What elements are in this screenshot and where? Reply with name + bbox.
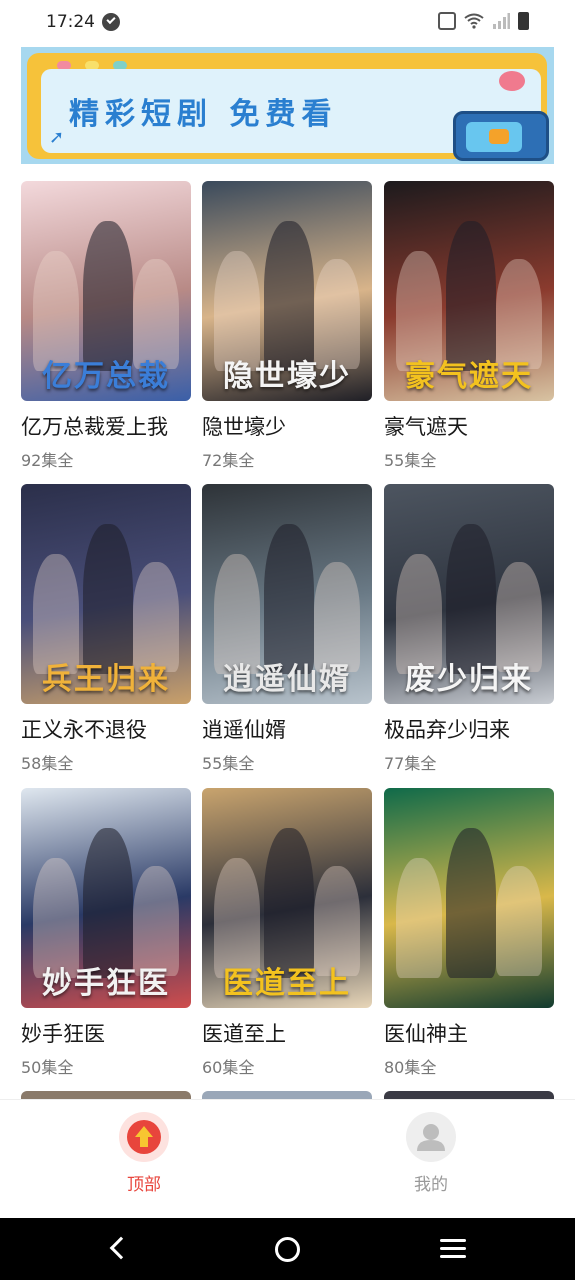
tab-label[interactable]: 顶部 (99, 1170, 189, 1195)
home-icon[interactable] (275, 1237, 300, 1262)
drama-title[interactable]: 隐世壕少 (202, 411, 372, 441)
user-icon[interactable] (406, 1112, 456, 1162)
poster-figure (83, 221, 133, 371)
drama-title[interactable]: 正义永不退役 (21, 714, 191, 744)
poster-title-art: 隐世壕少 (223, 359, 351, 394)
recents-icon[interactable] (440, 1239, 466, 1259)
vibrate-icon (438, 12, 456, 30)
balloon-icon (499, 71, 525, 91)
tv-screen (466, 122, 522, 152)
drama-card[interactable]: 医道至上 医道至上 60集全 (202, 788, 372, 1078)
check-circle-icon (102, 13, 120, 31)
drama-episodes: 80集全 (384, 1058, 437, 1077)
drama-episodes: 55集全 (384, 451, 437, 470)
system-nav-bar (0, 1218, 575, 1280)
drama-poster[interactable]: 亿万总裁 (21, 181, 191, 401)
tab-mine[interactable]: 我的 (386, 1112, 476, 1195)
poster-title-art: 废少归来 (405, 662, 533, 697)
poster-title-art: 豪气遮天 (405, 359, 533, 394)
drama-title[interactable]: 妙手狂医 (21, 1018, 191, 1048)
tab-label[interactable]: 我的 (386, 1170, 476, 1195)
poster-title-art: 妙手狂医 (42, 966, 170, 1001)
drama-poster[interactable] (384, 788, 554, 1008)
poster-figure (83, 828, 133, 978)
poster-figure (496, 866, 542, 976)
drama-card[interactable]: 妙手狂医 妙手狂医 50集全 (21, 788, 191, 1078)
drama-title[interactable]: 亿万总裁爱上我 (21, 411, 191, 441)
drama-episodes: 60集全 (202, 1058, 255, 1077)
poster-figure (446, 828, 496, 978)
drama-poster[interactable]: 医道至上 (202, 788, 372, 1008)
drama-poster[interactable]: 废少归来 (384, 484, 554, 704)
poster-title-art: 兵王归来 (42, 662, 170, 697)
battery-icon (518, 12, 529, 30)
cursor-arrow-icon: ➚ (49, 127, 65, 148)
drama-card[interactable]: 隐世壕少 隐世壕少 72集全 (202, 181, 372, 471)
bottom-tab-bar: 顶部 我的 (0, 1099, 575, 1218)
drama-title[interactable]: 极品弃少归来 (384, 714, 554, 744)
poster-figure (264, 221, 314, 371)
poster-figure (446, 221, 496, 371)
tab-top[interactable]: 顶部 (99, 1112, 189, 1195)
drama-title[interactable]: 豪气遮天 (384, 411, 554, 441)
poster-title-art: 医道至上 (223, 966, 351, 1001)
arrow-up-icon-graphic (127, 1120, 161, 1154)
promo-banner[interactable]: 精彩短剧 免费看 ➚ (21, 47, 554, 164)
poster-title-art: 逍遥仙婿 (223, 662, 351, 697)
drama-episodes: 77集全 (384, 754, 437, 773)
drama-episodes: 50集全 (21, 1058, 74, 1077)
status-icons (438, 12, 529, 30)
wifi-icon (464, 13, 484, 29)
poster-title-art: 亿万总裁 (42, 359, 170, 394)
drama-episodes: 92集全 (21, 451, 74, 470)
tv-icon (453, 111, 549, 161)
drama-poster[interactable]: 兵王归来 (21, 484, 191, 704)
poster-figure (396, 858, 442, 978)
drama-episodes: 58集全 (21, 754, 74, 773)
status-time: 17:24 (46, 12, 95, 32)
poster-figure (446, 524, 496, 674)
back-icon[interactable] (109, 1236, 133, 1260)
poster-figure (83, 524, 133, 674)
poster-figure (264, 524, 314, 674)
drama-title[interactable]: 医仙神主 (384, 1018, 554, 1048)
drama-poster[interactable]: 逍遥仙婿 (202, 484, 372, 704)
drama-episodes: 72集全 (202, 451, 255, 470)
drama-poster-peek[interactable] (21, 1091, 191, 1099)
play-icon (489, 129, 509, 144)
drama-poster[interactable]: 妙手狂医 (21, 788, 191, 1008)
drama-poster[interactable]: 豪气遮天 (384, 181, 554, 401)
drama-card[interactable]: 逍遥仙婿 逍遥仙婿 55集全 (202, 484, 372, 774)
drama-card[interactable]: 豪气遮天 豪气遮天 55集全 (384, 181, 554, 471)
drama-poster[interactable]: 隐世壕少 (202, 181, 372, 401)
drama-card[interactable]: 医仙神主 80集全 (384, 788, 554, 1078)
poster-figure (264, 828, 314, 978)
drama-poster-peek[interactable] (384, 1091, 554, 1099)
drama-card[interactable]: 废少归来 极品弃少归来 77集全 (384, 484, 554, 774)
signal-icon (493, 13, 510, 29)
arrow-up-icon[interactable] (119, 1112, 169, 1162)
drama-title[interactable]: 逍遥仙婿 (202, 714, 372, 744)
banner-text: 精彩短剧 免费看 (69, 97, 338, 132)
status-bar: 17:24 (0, 0, 575, 46)
drama-title[interactable]: 医道至上 (202, 1018, 372, 1048)
drama-card[interactable]: 亿万总裁 亿万总裁爱上我 92集全 (21, 181, 191, 471)
drama-poster-peek[interactable] (202, 1091, 372, 1099)
user-icon-graphic (417, 1124, 445, 1151)
drama-card[interactable]: 兵王归来 正义永不退役 58集全 (21, 484, 191, 774)
drama-episodes: 55集全 (202, 754, 255, 773)
